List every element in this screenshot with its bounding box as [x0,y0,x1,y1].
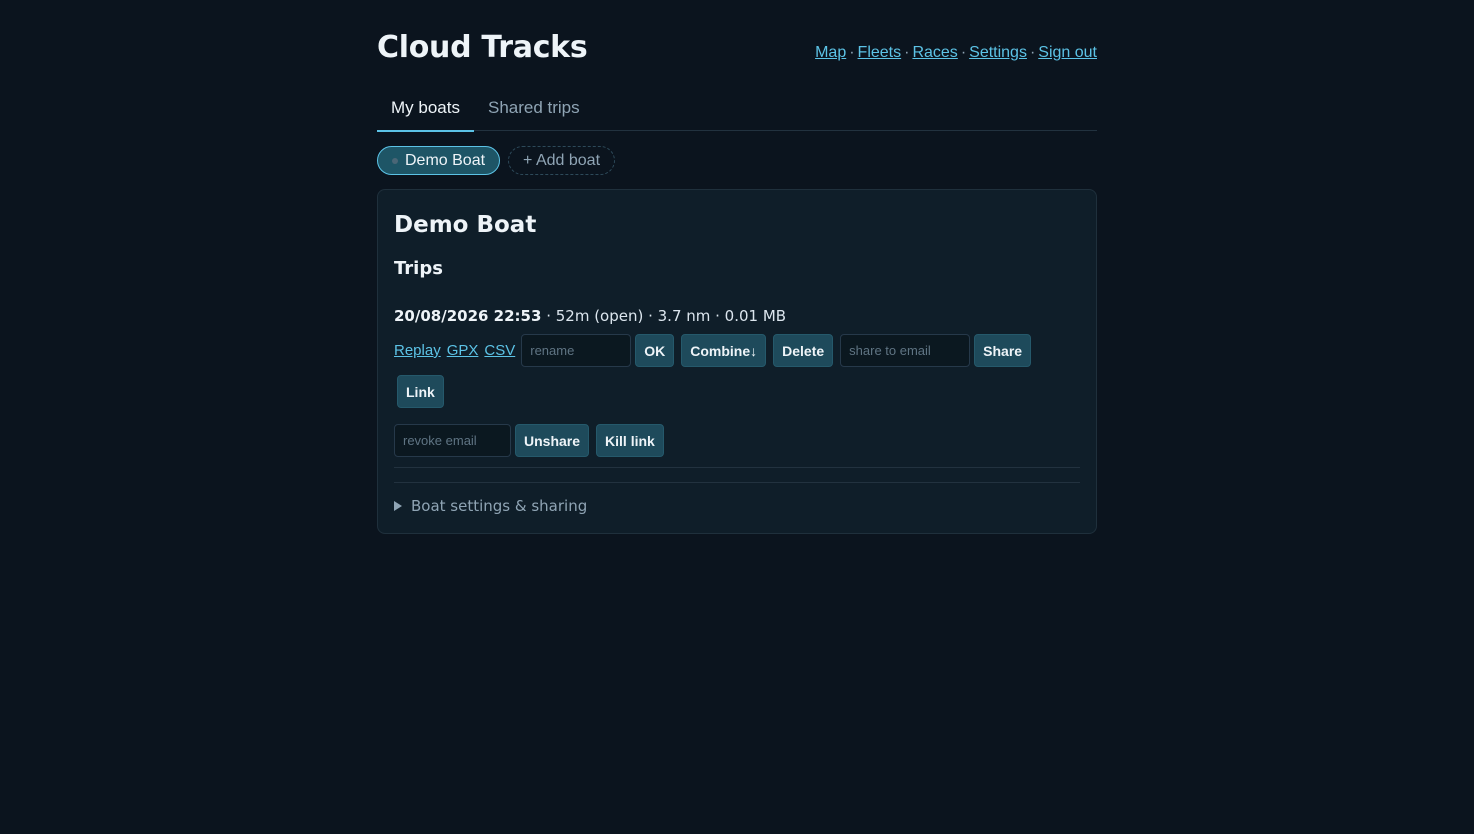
nav-separator: · [849,44,855,61]
header: Cloud Tracks Map · Fleets · Races · Settings · S… [377,30,1097,70]
boat-name: Demo Boat [394,212,537,238]
combine-button[interactable]: Combine↓ [681,334,767,367]
boat-selector: Demo Boat + Add boat [377,146,1097,175]
link-button[interactable]: Link [397,375,444,408]
boat-settings-toggle[interactable]: Boat settings & sharing [394,497,1080,515]
nav-link-map[interactable]: Map [815,44,846,61]
gpx-link[interactable]: GPX [447,342,479,359]
status-dot-icon [392,157,398,164]
divider [394,467,1080,468]
csv-link[interactable]: CSV [484,342,515,359]
share-email-input[interactable] [840,334,971,367]
nav-link-sign-out[interactable]: Sign out [1038,44,1097,61]
nav-link-races[interactable]: Races [912,44,957,61]
tab-my-boats[interactable]: My boats [377,92,474,132]
nav-link-fleets[interactable]: Fleets [858,44,902,61]
trip-details: · 52m (open) · 3.7 nm · 0.01 MB [541,307,787,325]
ok-button[interactable]: OK [635,334,675,367]
boat-card: Demo Boat Trips 20/08/2026 22:53 · 52m (… [377,189,1097,534]
nav-separator: · [960,44,967,61]
page: Cloud Tracks Map · Fleets · Races · Settings · S… [377,0,1097,534]
nav-separator: · [1029,44,1036,61]
boat-settings-label: Boat settings & sharing [411,497,588,515]
trip-actions: Replay GPX CSV OK Combine↓ Delete Share … [394,334,1080,457]
revoke-email-input[interactable] [394,424,511,457]
add-boat-button[interactable]: + Add boat [508,146,616,175]
boat-pill-label: Demo Boat [405,151,486,169]
divider [394,482,1080,483]
delete-button[interactable]: Delete [773,334,834,367]
nav-separator: · [904,44,910,61]
caret-right-icon [394,501,402,511]
boat-pill-demo-boat[interactable]: Demo Boat [377,146,501,175]
rename-input[interactable] [521,334,632,367]
trip-summary: 20/08/2026 22:53 · 52m (open) · 3.7 nm ·… [394,307,1080,325]
nav-link-settings[interactable]: Settings [969,44,1027,61]
top-nav: Map · Fleets · Races · Settings · Sign out [815,44,1097,62]
replay-link[interactable]: Replay [394,342,441,359]
unshare-button[interactable]: Unshare [515,424,590,457]
share-button[interactable]: Share [974,334,1032,367]
tab-shared-trips[interactable]: Shared trips [474,92,594,130]
trip-date: 20/08/2026 22:53 [394,307,542,325]
trips-heading: Trips [394,258,443,279]
tab-bar: My boats Shared trips [377,92,1097,132]
kill-link-button[interactable]: Kill link [596,424,664,457]
